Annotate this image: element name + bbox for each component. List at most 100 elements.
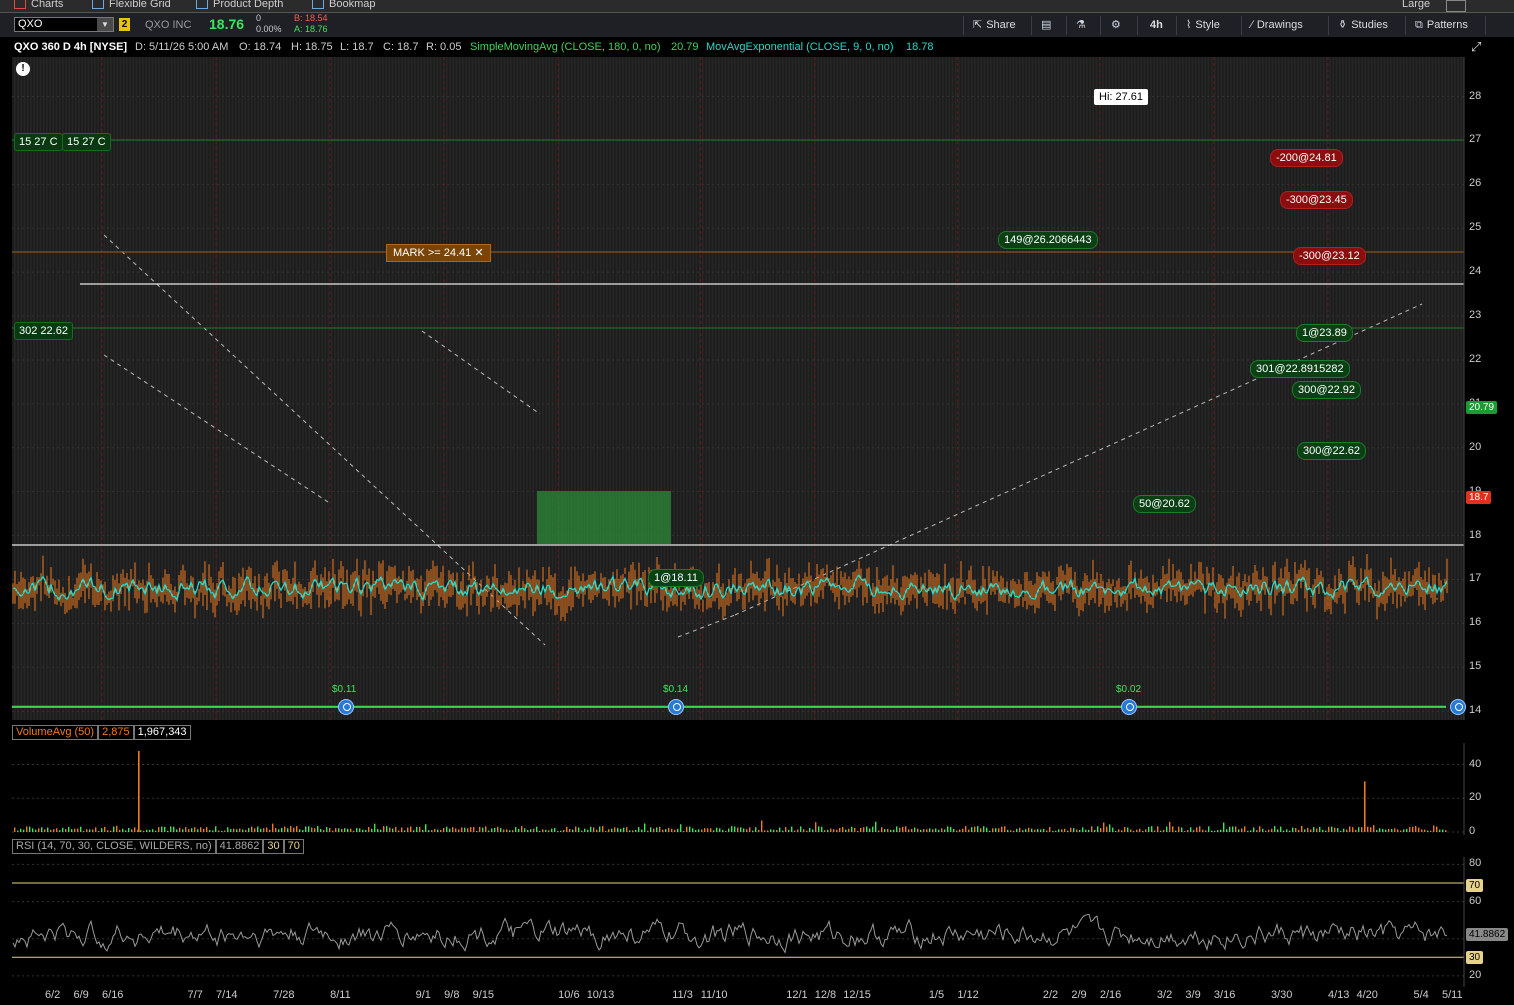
volume-bar bbox=[332, 830, 334, 832]
volume-bar bbox=[1118, 829, 1120, 832]
volume-bar bbox=[383, 826, 385, 832]
session-band bbox=[1012, 57, 1014, 720]
session-band bbox=[839, 57, 842, 720]
volume-bar bbox=[269, 829, 271, 832]
session-band bbox=[161, 57, 163, 720]
volume-study-label[interactable]: VolumeAvg (50) bbox=[12, 725, 99, 740]
drawings-button[interactable]: ∕ Drawings bbox=[1251, 17, 1303, 34]
volume-bar bbox=[1391, 829, 1393, 832]
rsi-study-label[interactable]: RSI (14, 70, 30, CLOSE, WILDERS, no) bbox=[12, 839, 216, 854]
share-button[interactable]: ⇱ Share bbox=[973, 17, 1016, 34]
session-band bbox=[1105, 57, 1107, 720]
nav-tab-charts[interactable]: Charts bbox=[14, 0, 63, 11]
session-band bbox=[26, 57, 29, 720]
session-band bbox=[1249, 57, 1251, 720]
flask-button[interactable]: ⚗ bbox=[1076, 17, 1090, 34]
session-band bbox=[90, 57, 93, 720]
price-tick-label: 22 bbox=[1469, 352, 1482, 365]
price-tick-label: 15 bbox=[1469, 660, 1482, 673]
level-label-27c-1[interactable]: 15 27 C bbox=[14, 133, 63, 151]
volume-bar bbox=[86, 829, 88, 832]
dividend-label: $0.02 bbox=[1116, 684, 1142, 695]
bar-open: O: 18.74 bbox=[239, 41, 282, 53]
order-flag-green[interactable]: 1@23.89 bbox=[1296, 324, 1353, 342]
session-band bbox=[1220, 57, 1222, 720]
order-flag-green[interactable]: 300@22.92 bbox=[1292, 381, 1362, 399]
dividend-bulb-icon[interactable] bbox=[1450, 699, 1466, 715]
volume-bar bbox=[170, 826, 172, 832]
session-band bbox=[97, 57, 99, 720]
volume-bar bbox=[1325, 830, 1327, 832]
expand-icon[interactable]: ⤢ bbox=[1471, 39, 1487, 54]
order-flag-green[interactable]: 1@18.11 bbox=[648, 569, 704, 587]
volume-bar bbox=[524, 828, 526, 832]
window-icon[interactable] bbox=[1446, 0, 1466, 12]
volume-bar bbox=[1250, 830, 1252, 832]
volume-bar bbox=[686, 826, 688, 832]
order-flag-red[interactable]: -300@23.12 bbox=[1293, 247, 1366, 265]
session-band bbox=[532, 57, 534, 720]
volume-bar bbox=[638, 827, 640, 832]
order-flag-green[interactable]: 50@20.62 bbox=[1133, 495, 1196, 513]
order-flag-green[interactable]: 300@22.62 bbox=[1297, 442, 1367, 460]
layout-size-select[interactable]: Large bbox=[1402, 0, 1430, 11]
nav-tab-flexible-grid[interactable]: Flexible Grid bbox=[92, 0, 171, 11]
volume-bar bbox=[125, 830, 127, 832]
volume-chart[interactable] bbox=[0, 743, 1514, 835]
warning-icon[interactable]: ! bbox=[16, 62, 30, 76]
layout-button[interactable]: ▤ bbox=[1041, 17, 1055, 34]
volume-bar bbox=[659, 826, 661, 832]
volume-bar bbox=[398, 830, 400, 832]
rsi-chart[interactable] bbox=[0, 857, 1514, 987]
volume-bar bbox=[500, 828, 502, 832]
session-band bbox=[129, 57, 131, 720]
ema-label[interactable]: MovAvgExponential (CLOSE, 9, 0, no) bbox=[706, 40, 894, 54]
volume-bar bbox=[95, 827, 97, 832]
volume-bar bbox=[965, 826, 967, 832]
dividend-bulb-icon[interactable] bbox=[338, 699, 354, 715]
dividend-bulb-icon[interactable] bbox=[668, 699, 684, 715]
session-band bbox=[1386, 57, 1389, 720]
level-label-27c-2[interactable]: 15 27 C bbox=[62, 133, 111, 151]
nav-tab-product-depth[interactable]: Product Depth bbox=[196, 0, 283, 11]
style-button[interactable]: ⌇ Style bbox=[1186, 17, 1220, 34]
order-flag-red[interactable]: -300@23.45 bbox=[1280, 191, 1353, 209]
zone-rectangle[interactable] bbox=[537, 491, 671, 544]
volume-bar bbox=[239, 828, 241, 832]
order-flag-red[interactable]: -200@24.81 bbox=[1270, 149, 1343, 167]
session-band bbox=[1367, 57, 1370, 720]
volume-bar bbox=[35, 829, 37, 832]
volume-bar bbox=[758, 829, 760, 832]
session-band bbox=[1159, 57, 1162, 720]
volume-bar bbox=[1109, 824, 1111, 832]
alert-mark-label[interactable]: MARK >= 24.41 ✕ bbox=[386, 244, 491, 262]
sma-label[interactable]: SimpleMovingAvg (CLOSE, 180, 0, no) bbox=[470, 40, 661, 54]
aggregation-button[interactable]: 4h bbox=[1150, 17, 1163, 34]
volume-bar bbox=[737, 827, 739, 832]
session-band bbox=[1393, 57, 1395, 720]
session-band bbox=[81, 57, 83, 720]
volume-bar bbox=[161, 826, 163, 832]
session-band bbox=[948, 57, 950, 720]
volume-bar bbox=[1034, 829, 1036, 832]
price-tick-label: 18 bbox=[1469, 528, 1482, 541]
link-group-badge[interactable]: 2 bbox=[119, 18, 130, 31]
nav-tab-bookmap[interactable]: Bookmap bbox=[312, 0, 375, 11]
close-icon[interactable]: ✕ bbox=[474, 247, 483, 259]
session-band bbox=[1130, 57, 1133, 720]
session-band bbox=[218, 57, 221, 720]
studies-button[interactable]: ⚱ Studies bbox=[1338, 17, 1388, 34]
volume-bar bbox=[950, 827, 952, 832]
patterns-button[interactable]: ⧉ Patterns bbox=[1415, 17, 1468, 34]
order-flag-green[interactable]: 149@26.2066443 bbox=[998, 231, 1098, 249]
volume-bar bbox=[299, 829, 301, 832]
order-flag-green[interactable]: 301@22.8915282 bbox=[1250, 360, 1350, 378]
volume-bar bbox=[536, 826, 538, 832]
dividend-bulb-icon[interactable] bbox=[1121, 699, 1137, 715]
toolbar-separator bbox=[1241, 16, 1242, 35]
volume-bar bbox=[842, 827, 844, 832]
settings-button[interactable]: ⚙ bbox=[1111, 17, 1125, 34]
symbol-dropdown-icon[interactable]: ▼ bbox=[97, 18, 113, 31]
volume-bar bbox=[539, 830, 541, 832]
level-label-22-62[interactable]: 302 22.62 bbox=[14, 322, 73, 340]
